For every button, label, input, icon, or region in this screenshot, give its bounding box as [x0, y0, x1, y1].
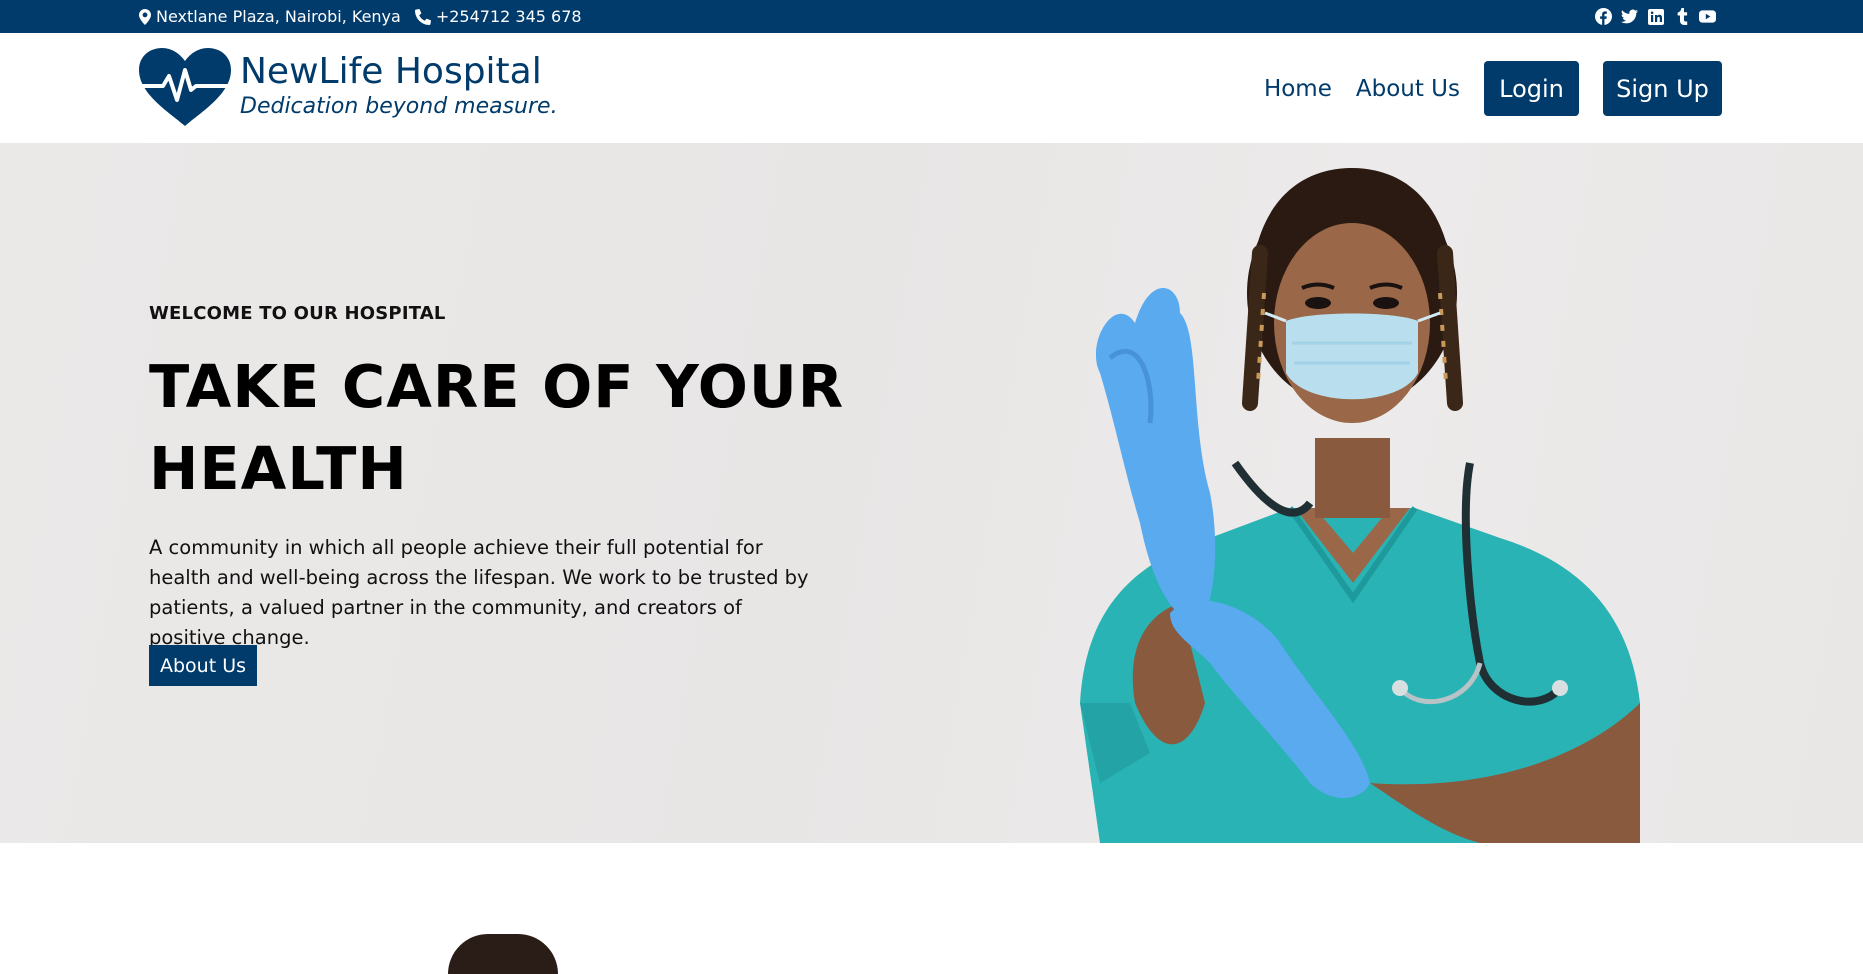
- phone-icon: [414, 8, 431, 25]
- hero-about-button[interactable]: About Us: [149, 645, 257, 686]
- site-logo[interactable]: NewLife Hospital Dedication beyond measu…: [139, 48, 558, 126]
- facebook-icon[interactable]: [1595, 8, 1612, 25]
- hero-headline: TAKE CARE OF YOUR HEALTH: [149, 352, 845, 503]
- hero-section: WELCOME TO OUR HOSPITAL TAKE CARE OF YOU…: [0, 143, 1863, 843]
- heart-pulse-logo-icon: [139, 48, 231, 126]
- login-button[interactable]: Login: [1484, 61, 1579, 116]
- linkedin-icon[interactable]: [1647, 8, 1664, 25]
- phone-text: +254712 345 678: [435, 7, 582, 26]
- hero-description: A community in which all people achieve …: [149, 536, 809, 649]
- tumblr-icon[interactable]: [1673, 8, 1690, 25]
- brand-tagline: Dedication beyond measure.: [240, 94, 558, 119]
- site-header: NewLife Hospital Dedication beyond measu…: [0, 33, 1863, 143]
- twitter-icon[interactable]: [1621, 8, 1638, 25]
- main-nav: Home About Us Login Sign Up: [1264, 61, 1722, 116]
- nav-home-link[interactable]: Home: [1264, 76, 1332, 102]
- hero-kicker: WELCOME TO OUR HOSPITAL: [149, 303, 446, 324]
- location-pin-icon: [139, 8, 151, 25]
- nurse-with-gloves-photo: [1080, 168, 1640, 843]
- youtube-icon[interactable]: [1699, 8, 1716, 25]
- top-info-bar: Nextlane Plaza, Nairobi, Kenya +254712 3…: [0, 0, 1863, 33]
- brand-name: NewLife Hospital: [240, 51, 542, 92]
- contact-info: Nextlane Plaza, Nairobi, Kenya +254712 3…: [139, 0, 582, 33]
- address-text: Nextlane Plaza, Nairobi, Kenya: [156, 7, 401, 26]
- next-section: [0, 843, 1863, 946]
- social-links: [1595, 0, 1716, 33]
- nav-about-link[interactable]: About Us: [1356, 76, 1460, 102]
- signup-button[interactable]: Sign Up: [1603, 61, 1722, 116]
